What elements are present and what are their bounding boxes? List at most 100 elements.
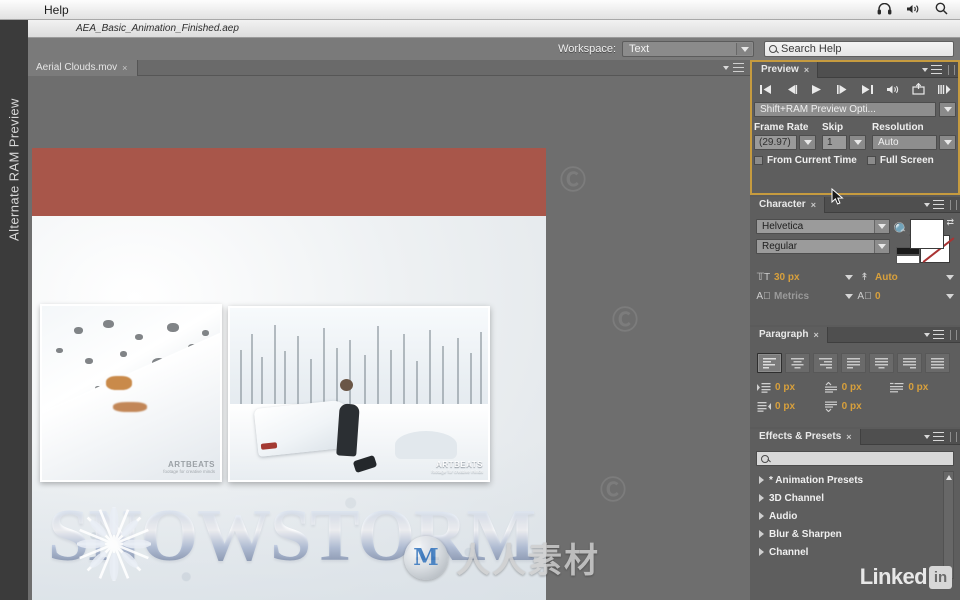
chevron-right-icon[interactable] [759, 548, 764, 556]
menu-item-help[interactable]: Help [44, 3, 69, 17]
tab-paragraph[interactable]: Paragraph × [750, 326, 828, 343]
tracking-value[interactable]: 0 [875, 291, 943, 302]
footage-viewer-panel: Aerial Clouds.mov × ARTBEATS footage for… [28, 59, 750, 600]
last-frame-button[interactable] [858, 81, 877, 97]
justify-last-right-button[interactable] [897, 353, 922, 373]
preview-options-dropdown-button[interactable] [939, 102, 956, 117]
tab-aerial-clouds-mov[interactable]: Aerial Clouds.mov × [28, 59, 139, 76]
align-right-button[interactable] [813, 353, 838, 373]
play-button[interactable] [807, 81, 826, 97]
ram-preview-button[interactable] [909, 81, 928, 97]
right-panel-column: Preview × Shift+RAM Preview Opti... Fram… [750, 60, 960, 600]
chevron-right-icon[interactable] [759, 512, 764, 520]
kerning-tracking-row: A᳥ Metrics A᳥ 0 [756, 289, 954, 303]
from-current-time-label: From Current Time [767, 155, 857, 166]
panel-grip-icon [950, 432, 957, 442]
list-item[interactable]: 3D Channel [756, 489, 954, 507]
font-size-value[interactable]: 30 px [774, 272, 842, 283]
headphones-icon[interactable] [877, 2, 892, 17]
frame-rate-value[interactable]: (29.97) [754, 135, 797, 150]
chevron-down-icon[interactable] [946, 293, 954, 299]
skier-shadow [113, 401, 148, 412]
space-before-value[interactable]: 0 px [842, 382, 862, 393]
align-center-button[interactable] [785, 353, 810, 373]
leading-value[interactable]: Auto [875, 272, 943, 283]
chevron-down-icon[interactable] [874, 240, 889, 253]
frame-rate-dropdown-button[interactable] [799, 135, 816, 150]
list-item[interactable]: * Animation Presets [756, 471, 954, 489]
full-screen-checkbox[interactable] [866, 156, 876, 165]
list-item[interactable]: Blur & Sharpen [756, 525, 954, 543]
close-icon[interactable]: × [811, 200, 816, 210]
chevron-right-icon[interactable] [759, 530, 764, 538]
chevron-down-icon[interactable] [736, 43, 752, 55]
title-glyphs: SNOWSTORM [36, 488, 542, 584]
chevron-down-icon[interactable] [874, 220, 889, 233]
workspace-select[interactable]: Text [622, 41, 754, 57]
indent-left-value[interactable]: 0 px [775, 382, 795, 393]
volume-icon[interactable] [906, 3, 921, 17]
paragraph-panel-menu-button[interactable] [924, 330, 944, 339]
align-left-button[interactable] [757, 353, 782, 373]
viewer-canvas[interactable]: ARTBEATS footage for creative minds ARTB… [32, 78, 546, 600]
previous-frame-button[interactable] [782, 81, 801, 97]
indent-first-line-value[interactable]: 0 px [908, 382, 928, 393]
loop-button[interactable] [935, 81, 954, 97]
skip-value[interactable]: 1 [822, 135, 847, 150]
kerning-value[interactable]: Metrics [774, 291, 842, 302]
chevron-right-icon[interactable] [759, 476, 764, 484]
search-help-input[interactable]: Search Help [764, 41, 954, 57]
effects-item-label: Blur & Sharpen [769, 528, 842, 540]
close-icon[interactable]: × [813, 330, 818, 340]
tab-preview[interactable]: Preview × [752, 61, 819, 78]
first-frame-button[interactable] [756, 81, 775, 97]
justify-last-center-button[interactable] [869, 353, 894, 373]
from-current-time-checkbox[interactable] [754, 156, 763, 165]
preview-panel-menu-button[interactable] [922, 65, 942, 74]
indent-first-line-group: 0 px [889, 381, 954, 394]
tab-character[interactable]: Character × [750, 196, 825, 213]
effects-panel-menu-button[interactable] [924, 432, 944, 441]
justify-all-button[interactable] [925, 353, 950, 373]
viewer-panel-menu-button[interactable] [723, 63, 744, 72]
effects-category-list[interactable]: * Animation Presets 3D Channel Audio Blu… [756, 471, 954, 579]
chevron-right-icon[interactable] [759, 494, 764, 502]
alternate-ram-preview-label: Alternate RAM Preview [6, 98, 22, 242]
spotlight-search-icon[interactable] [935, 2, 948, 17]
effects-search-input[interactable] [756, 451, 954, 466]
resolution-value[interactable]: Auto [872, 135, 937, 150]
swap-colors-icon[interactable]: ⇄ [946, 217, 954, 228]
chevron-down-icon[interactable] [845, 274, 853, 280]
fill-color-swatch[interactable] [910, 219, 944, 249]
indent-right-icon [756, 400, 772, 413]
chevron-down-icon[interactable] [845, 293, 853, 299]
next-frame-button[interactable] [833, 81, 852, 97]
close-icon[interactable]: × [846, 432, 851, 442]
font-style-select[interactable]: Regular [756, 239, 890, 254]
skip-dropdown-button[interactable] [849, 135, 866, 150]
font-family-select[interactable]: Helvetica [756, 219, 890, 234]
resolution-dropdown-button[interactable] [939, 135, 956, 150]
indent-row-1: 0 px 0 px 0 px [756, 381, 954, 394]
project-file-name: AEA_Basic_Animation_Finished.aep [76, 23, 239, 34]
indent-row-2: 0 px 0 px [756, 400, 954, 413]
audio-button[interactable] [884, 81, 903, 97]
shift-ram-preview-options-select[interactable]: Shift+RAM Preview Opti... [754, 102, 936, 117]
close-icon[interactable]: × [804, 65, 809, 75]
indent-right-value[interactable]: 0 px [775, 401, 795, 412]
list-item[interactable]: Audio [756, 507, 954, 525]
close-icon[interactable]: × [122, 63, 127, 73]
white-swatch[interactable] [896, 255, 920, 264]
chevron-down-icon [943, 107, 952, 112]
character-tab-label: Character [759, 199, 806, 210]
chevron-down-icon[interactable] [946, 274, 954, 280]
tab-effects-presets[interactable]: Effects & Presets × [750, 428, 861, 445]
justify-last-left-button[interactable] [841, 353, 866, 373]
scroll-up-arrow-icon[interactable] [946, 475, 952, 480]
character-panel-menu-button[interactable] [924, 200, 944, 209]
list-item[interactable]: Channel [756, 543, 954, 561]
effects-list-scrollbar[interactable] [943, 471, 954, 579]
frame-rate-field-group: Frame Rate (29.97) [754, 122, 816, 150]
space-after-value[interactable]: 0 px [842, 401, 862, 412]
snow-mound [395, 431, 458, 460]
